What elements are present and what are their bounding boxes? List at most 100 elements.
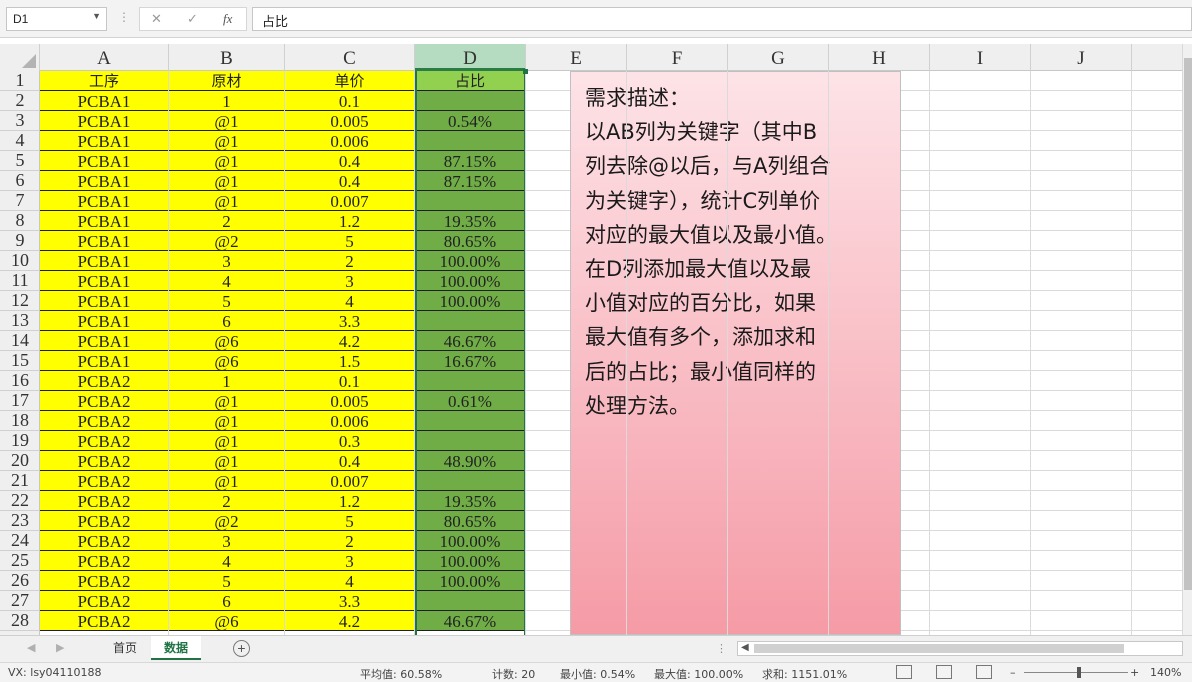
cell-a9[interactable]: PCBA1	[40, 231, 169, 251]
zoom-slider[interactable]	[1024, 672, 1128, 673]
cell-b27[interactable]: 6	[169, 591, 285, 611]
cell-a2[interactable]: PCBA1	[40, 91, 169, 111]
formula-input[interactable]: 占比	[252, 7, 1192, 31]
column-header-h[interactable]: H	[829, 44, 930, 71]
cell-a27[interactable]: PCBA2	[40, 591, 169, 611]
cell-a1[interactable]: 工序	[40, 71, 169, 91]
cell-c9[interactable]: 5	[285, 231, 415, 251]
row-header[interactable]: 5	[0, 151, 39, 171]
cell-a15[interactable]: PCBA1	[40, 351, 169, 371]
column-header-i[interactable]: I	[930, 44, 1031, 71]
cell-b28[interactable]: @6	[169, 611, 285, 631]
cell-c2[interactable]: 0.1	[285, 91, 415, 111]
cell-a19[interactable]: PCBA2	[40, 431, 169, 451]
row-header[interactable]: 21	[0, 471, 39, 491]
cell-c23[interactable]: 5	[285, 511, 415, 531]
horizontal-scrollbar[interactable]: ◀	[737, 641, 1183, 656]
cell-a21[interactable]: PCBA2	[40, 471, 169, 491]
row-header[interactable]: 27	[0, 591, 39, 611]
cell-a11[interactable]: PCBA1	[40, 271, 169, 291]
cell-c18[interactable]: 0.006	[285, 411, 415, 431]
row-header[interactable]: 12	[0, 291, 39, 311]
cell-b21[interactable]: @1	[169, 471, 285, 491]
row-header[interactable]: 13	[0, 311, 39, 331]
cell-c24[interactable]: 2	[285, 531, 415, 551]
column-header-g[interactable]: G	[728, 44, 829, 71]
column-header-e[interactable]: E	[526, 44, 627, 71]
cell-b23[interactable]: @2	[169, 511, 285, 531]
function-icon[interactable]: fx	[223, 11, 232, 27]
column-header-d[interactable]: D	[415, 44, 526, 71]
row-header[interactable]: 16	[0, 371, 39, 391]
row-header[interactable]: 20	[0, 451, 39, 471]
cell-a3[interactable]: PCBA1	[40, 111, 169, 131]
cell-c14[interactable]: 4.2	[285, 331, 415, 351]
cell-c10[interactable]: 2	[285, 251, 415, 271]
cell-b20[interactable]: @1	[169, 451, 285, 471]
vertical-scroll-thumb[interactable]	[1184, 58, 1192, 590]
cell-a8[interactable]: PCBA1	[40, 211, 169, 231]
row-header[interactable]: 18	[0, 411, 39, 431]
cell-a5[interactable]: PCBA1	[40, 151, 169, 171]
cell-b22[interactable]: 2	[169, 491, 285, 511]
cell-b13[interactable]: 6	[169, 311, 285, 331]
cell-a24[interactable]: PCBA2	[40, 531, 169, 551]
cell-a18[interactable]: PCBA2	[40, 411, 169, 431]
cell-b25[interactable]: 4	[169, 551, 285, 571]
cell-a13[interactable]: PCBA1	[40, 311, 169, 331]
cell-a26[interactable]: PCBA2	[40, 571, 169, 591]
check-icon[interactable]: ✓	[187, 11, 198, 27]
cell-c22[interactable]: 1.2	[285, 491, 415, 511]
cell-b18[interactable]: @1	[169, 411, 285, 431]
cell-c3[interactable]: 0.005	[285, 111, 415, 131]
cell-c28[interactable]: 4.2	[285, 611, 415, 631]
column-header-c[interactable]: C	[285, 44, 415, 71]
cell-a6[interactable]: PCBA1	[40, 171, 169, 191]
cell-b8[interactable]: 2	[169, 211, 285, 231]
cell-c8[interactable]: 1.2	[285, 211, 415, 231]
cell-c15[interactable]: 1.5	[285, 351, 415, 371]
cell-b16[interactable]: 1	[169, 371, 285, 391]
row-header[interactable]: 8	[0, 211, 39, 231]
fill-handle[interactable]	[523, 69, 528, 74]
cell-c26[interactable]: 4	[285, 571, 415, 591]
zoom-level[interactable]: 140%	[1150, 666, 1181, 679]
cell-c12[interactable]: 4	[285, 291, 415, 311]
column-header-j[interactable]: J	[1031, 44, 1132, 71]
name-box[interactable]: D1 ▼	[6, 7, 107, 31]
row-header[interactable]: 2	[0, 91, 39, 111]
cell-b17[interactable]: @1	[169, 391, 285, 411]
cell-grid[interactable]: 工序 原材 单价 占比 PCBA1 1 0.1 PCBA1 @1 0.005 0.54% PCBA1 @…	[40, 71, 1182, 635]
column-header-f[interactable]: F	[627, 44, 728, 71]
cell-b14[interactable]: @6	[169, 331, 285, 351]
chevron-down-icon[interactable]: ▼	[92, 11, 101, 21]
cell-c1[interactable]: 单价	[285, 71, 415, 91]
cell-c20[interactable]: 0.4	[285, 451, 415, 471]
horizontal-scroll-thumb[interactable]	[754, 644, 1124, 653]
zoom-in-button[interactable]: +	[1130, 666, 1139, 679]
cell-a14[interactable]: PCBA1	[40, 331, 169, 351]
cell-a12[interactable]: PCBA1	[40, 291, 169, 311]
sheet-tab-2[interactable]: 数据	[151, 636, 202, 660]
cell-b3[interactable]: @1	[169, 111, 285, 131]
cell-c21[interactable]: 0.007	[285, 471, 415, 491]
sheet-tab-1[interactable]: 首页	[100, 636, 150, 660]
row-header[interactable]: 28	[0, 611, 39, 631]
cell-a17[interactable]: PCBA2	[40, 391, 169, 411]
tab-split-handle-icon[interactable]: ⋮	[716, 642, 727, 655]
cell-a16[interactable]: PCBA2	[40, 371, 169, 391]
cell-a10[interactable]: PCBA1	[40, 251, 169, 271]
row-header[interactable]: 14	[0, 331, 39, 351]
cell-c6[interactable]: 0.4	[285, 171, 415, 191]
cell-a22[interactable]: PCBA2	[40, 491, 169, 511]
cell-c25[interactable]: 3	[285, 551, 415, 571]
row-header[interactable]: 25	[0, 551, 39, 571]
scroll-left-icon[interactable]: ◀	[741, 642, 749, 653]
row-header[interactable]: 22	[0, 491, 39, 511]
row-header[interactable]: 23	[0, 511, 39, 531]
cell-a28[interactable]: PCBA2	[40, 611, 169, 631]
cell-c27[interactable]: 3.3	[285, 591, 415, 611]
row-header[interactable]: 15	[0, 351, 39, 371]
row-header[interactable]: 7	[0, 191, 39, 211]
cell-b10[interactable]: 3	[169, 251, 285, 271]
